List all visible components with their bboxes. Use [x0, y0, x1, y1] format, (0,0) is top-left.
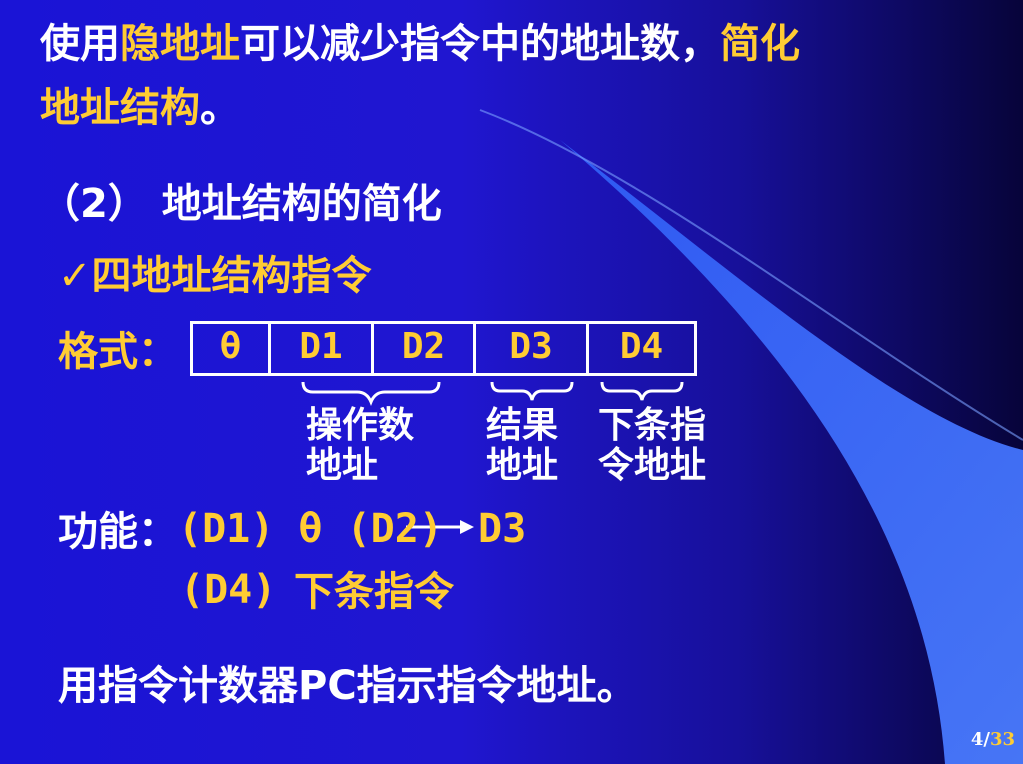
format-cell-d2: D2	[374, 324, 476, 373]
curve-brace-3	[600, 381, 684, 401]
function-expression: (D1) θ (D2)	[178, 506, 443, 552]
curve-brace-1	[301, 381, 441, 407]
page-number: 4/33	[970, 729, 1015, 750]
next-instruction-address-label: 下条指 令地址	[598, 405, 707, 486]
instruction-format-table: θ D1 D2 D3 D4	[190, 321, 697, 376]
intro-line-2: 地址结构。	[40, 85, 240, 131]
next-address-operand: (D4)	[180, 567, 277, 613]
bottom-note: 用指令计数器PC指示指令地址。	[58, 663, 637, 709]
function-label: 功能：	[58, 509, 178, 555]
result-address-label: 结果 地址	[486, 405, 559, 486]
format-cell-d4: D4	[619, 326, 664, 367]
format-cell-opcode: θ	[193, 324, 271, 373]
function-result: D3	[478, 506, 527, 552]
intro-line-1: 使用隐地址可以减少指令中的地址数，简化	[40, 21, 800, 67]
format-cell-d3: D3	[476, 324, 589, 373]
format-cell-d1: D1	[271, 324, 374, 373]
format-label: 格式：	[58, 329, 178, 375]
curve-brace-2	[490, 381, 574, 401]
operand-address-label: 操作数 地址	[306, 405, 415, 486]
section-title: （2） 地址结构的简化	[40, 181, 442, 227]
subsection-title: ✓四地址结构指令	[58, 253, 372, 299]
next-instruction-text: 下条指令	[294, 569, 454, 615]
